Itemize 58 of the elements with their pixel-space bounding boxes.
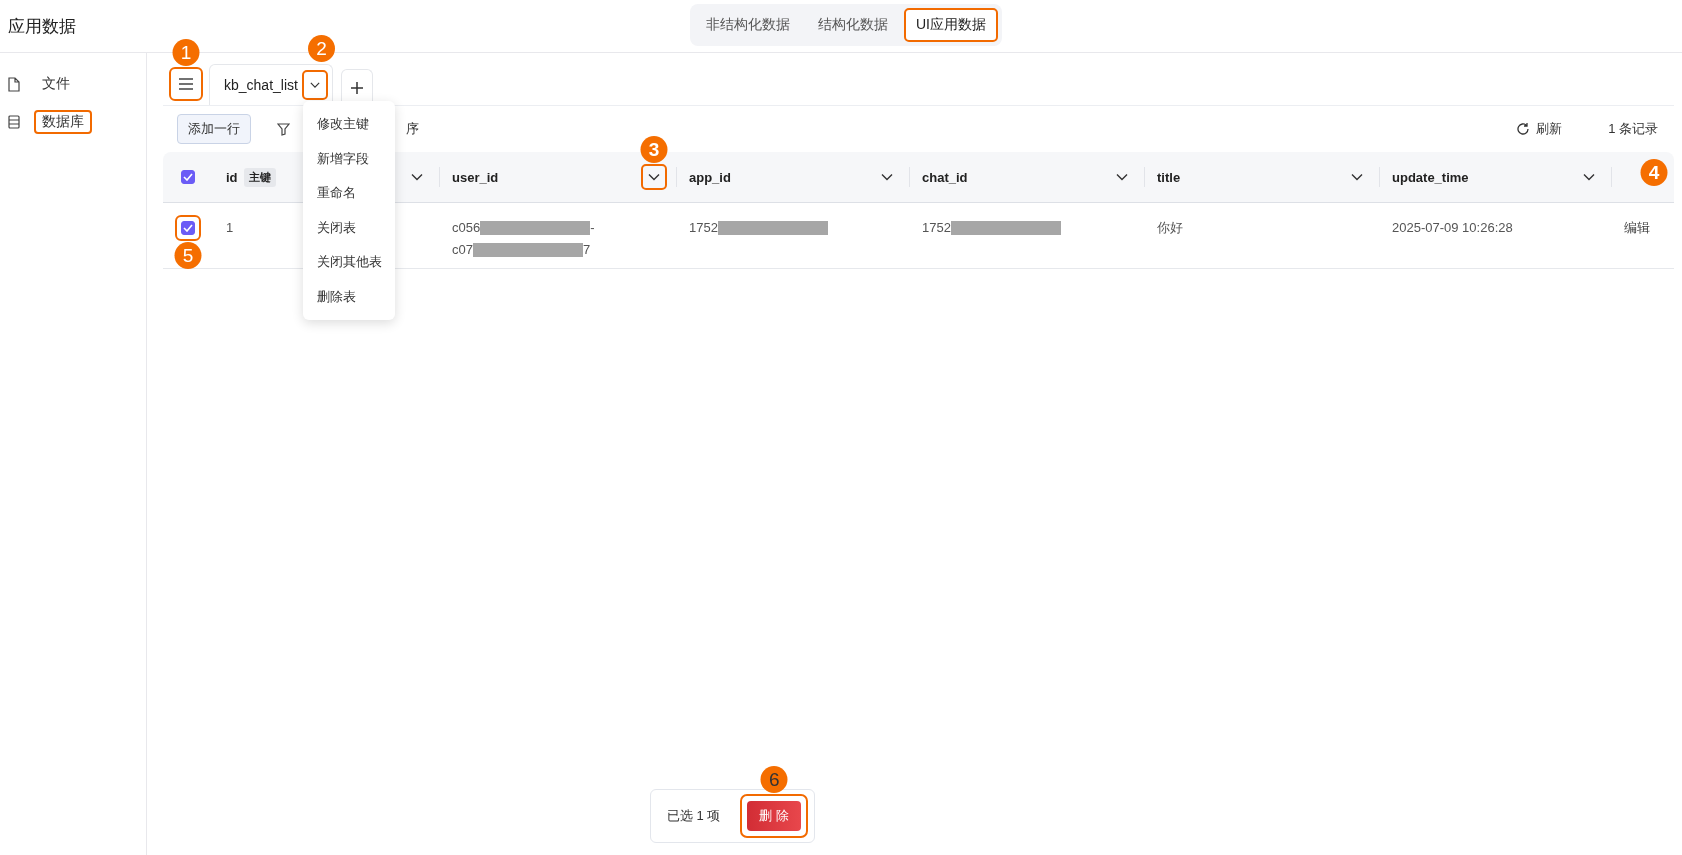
sidebar-item[interactable]: 文件 bbox=[34, 72, 78, 96]
callout-badge: 2 bbox=[307, 35, 335, 62]
document-icon bbox=[8, 76, 20, 92]
primary-key-tag: 主键 bbox=[243, 167, 276, 187]
refresh-button[interactable]: 刷新 bbox=[1510, 119, 1569, 139]
caret-icon bbox=[309, 81, 320, 89]
sidebar-item[interactable]: 数据库 bbox=[34, 110, 92, 134]
cell-text: 1752 bbox=[689, 219, 718, 237]
checkbox[interactable] bbox=[181, 170, 195, 184]
callout-badge: 6 bbox=[760, 766, 788, 793]
column-menu-button[interactable] bbox=[643, 166, 665, 188]
source-tab[interactable]: 非结构化数据 bbox=[694, 8, 802, 42]
caret-icon bbox=[648, 173, 660, 181]
add-row-button[interactable]: 添加一行 bbox=[177, 114, 251, 144]
cell-text: 7 bbox=[582, 241, 591, 259]
callout-badge: 4 bbox=[1640, 159, 1668, 186]
cell-text: 1752 bbox=[922, 219, 951, 237]
sort-label[interactable]: 序 bbox=[406, 120, 419, 138]
callout-badge: 1 bbox=[172, 39, 200, 66]
edit-link[interactable]: 编辑 bbox=[1624, 220, 1650, 235]
record-count: 1 条记录 bbox=[1608, 120, 1658, 138]
column-header: user_id bbox=[452, 169, 499, 185]
plus-icon bbox=[349, 80, 364, 95]
caret-icon bbox=[1351, 173, 1363, 181]
column-header: id bbox=[226, 169, 238, 185]
caret-icon bbox=[411, 173, 423, 181]
table-cell: 你好 bbox=[1145, 203, 1380, 269]
table-cell: 2025-07-09 10:26:28 bbox=[1380, 203, 1612, 269]
dropdown-button[interactable] bbox=[303, 72, 326, 98]
menu-item[interactable]: 删除表 bbox=[303, 279, 395, 314]
column-header: update_time bbox=[1392, 169, 1469, 185]
caret-icon bbox=[1116, 173, 1128, 181]
source-tab[interactable]: UI应用数据 bbox=[904, 8, 998, 42]
menu-button[interactable] bbox=[171, 69, 201, 99]
selection-count: 已选 1 项 bbox=[667, 807, 721, 825]
menu-item[interactable]: 修改主键 bbox=[303, 107, 395, 142]
column-header: chat_id bbox=[922, 169, 968, 185]
column-header: title bbox=[1157, 169, 1181, 185]
cell-text: c056 bbox=[452, 219, 481, 237]
menu-item[interactable]: 关闭表 bbox=[303, 210, 395, 245]
filter-icon[interactable] bbox=[277, 122, 290, 136]
table-tab[interactable]: kb_chat_list bbox=[209, 64, 333, 105]
table-icon bbox=[8, 115, 20, 129]
menu-item[interactable]: 重命名 bbox=[303, 176, 395, 211]
source-tab[interactable]: 结构化数据 bbox=[806, 8, 900, 42]
column-header: app_id bbox=[689, 169, 731, 185]
page-title: 应用数据 bbox=[8, 15, 76, 38]
cell-text: - bbox=[590, 219, 595, 237]
cell-text: c07 bbox=[452, 241, 473, 259]
caret-icon bbox=[1583, 173, 1595, 181]
menu-item[interactable]: 新增字段 bbox=[303, 141, 395, 176]
delete-button[interactable]: 删 除 bbox=[747, 801, 802, 831]
menu-icon bbox=[178, 78, 194, 90]
caret-icon bbox=[881, 173, 893, 181]
refresh-icon bbox=[1516, 122, 1531, 136]
callout-badge: 3 bbox=[640, 136, 668, 163]
menu-item[interactable]: 关闭其他表 bbox=[303, 245, 395, 280]
callout-badge: 5 bbox=[174, 242, 202, 269]
